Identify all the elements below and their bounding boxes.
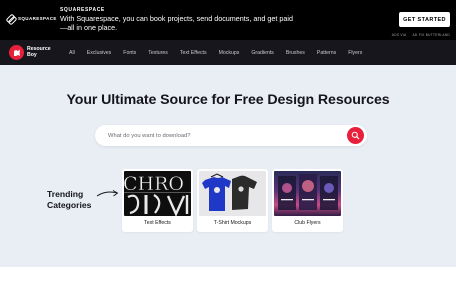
ad-banner[interactable]: SQUARESPACE SQUARESPACE With Squarespace…	[0, 0, 456, 40]
trending-heading: Trending Categories	[47, 189, 91, 211]
main-nav: Resource Boy All Exclusives Fonts Textur…	[0, 40, 456, 65]
squarespace-logo-icon	[6, 14, 15, 23]
trending-heading-line: Categories	[47, 200, 92, 210]
category-card-tshirt-mockups[interactable]: T-Shirt Mockups	[197, 169, 268, 232]
category-card-label: Text Effects	[144, 220, 171, 226]
category-card-label: T-Shirt Mockups	[213, 220, 252, 226]
ad-footer-link[interactable]: ADS VIA	[392, 33, 407, 37]
ad-logo-text: SQUARESPACE	[18, 16, 57, 21]
thumbnail-text: CHRO	[124, 173, 184, 195]
site-logo[interactable]: Resource Boy	[9, 45, 51, 60]
category-card-text-effects[interactable]: CHRO Text Effects	[122, 169, 193, 232]
nav-item-all[interactable]: All	[63, 50, 81, 56]
tshirt-mockups-thumbnail	[199, 171, 266, 216]
hero-section: Your Ultimate Source for Free Design Res…	[0, 65, 456, 267]
nav-item-gradients[interactable]: Gradients	[245, 50, 280, 56]
arrow-right-icon	[96, 190, 119, 197]
ad-copy: With Squarespace, you can book projects,…	[60, 14, 293, 32]
text-effects-thumbnail: CHRO	[124, 171, 191, 216]
trending-cards: CHRO Text Effects T-Shirt Mockups Club F…	[122, 169, 343, 232]
search-icon	[351, 131, 360, 140]
nav-item-mockups[interactable]: Mockups	[213, 50, 246, 56]
ad-brand: SQUARESPACE	[60, 7, 105, 13]
ad-footer-link[interactable]: AD FIX BUTTERLAND	[412, 33, 450, 37]
nav-item-brushes[interactable]: Brushes	[280, 50, 311, 56]
nav-item-text-effects[interactable]: Text Effects	[174, 50, 213, 56]
nav-item-patterns[interactable]: Patterns	[311, 50, 342, 56]
squarespace-logo: SQUARESPACE	[6, 14, 57, 23]
nav-item-flyers[interactable]: Flyers	[342, 50, 368, 56]
hero-title: Your Ultimate Source for Free Design Res…	[66, 92, 390, 108]
search-bar	[95, 125, 367, 146]
nav-item-exclusives[interactable]: Exclusives	[81, 50, 118, 56]
resource-boy-logo-icon	[9, 45, 24, 60]
page-bottom	[0, 267, 456, 300]
search-input[interactable]	[108, 129, 338, 142]
nav-item-fonts[interactable]: Fonts	[117, 50, 142, 56]
ad-footer-links: ADS VIA AD FIX BUTTERLAND	[392, 33, 450, 37]
nav-item-textures[interactable]: Textures	[142, 50, 174, 56]
category-card-label: Club Flyers	[294, 220, 321, 226]
trending-heading-line: Trending	[47, 189, 84, 199]
get-started-button[interactable]: GET STARTED	[399, 12, 450, 27]
search-button[interactable]	[347, 127, 364, 144]
club-flyers-thumbnail	[274, 171, 341, 216]
nav-items: All Exclusives Fonts Textures Text Effec…	[63, 50, 368, 56]
category-card-club-flyers[interactable]: Club Flyers	[272, 169, 343, 232]
brand-name: Resource Boy	[27, 45, 51, 58]
